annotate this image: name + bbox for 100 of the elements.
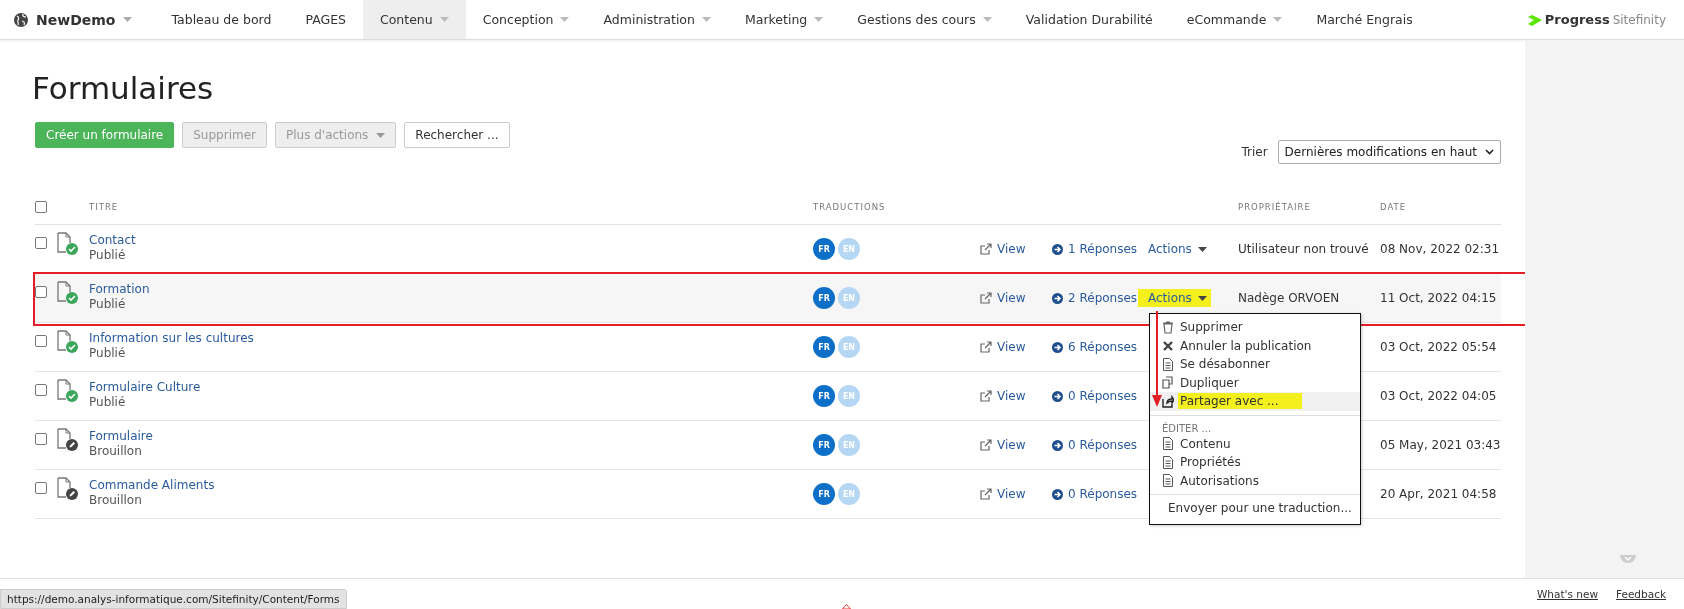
trash-icon	[1162, 320, 1174, 334]
form-status-icon	[57, 379, 78, 402]
form-status-icon	[57, 281, 78, 304]
document-icon	[1162, 357, 1174, 371]
form-status: Publié	[89, 248, 127, 263]
menu-item[interactable]: Autorisations	[1150, 471, 1360, 490]
language-badge[interactable]: FR	[813, 287, 835, 309]
view-link[interactable]: View	[980, 340, 1052, 354]
row-checkbox[interactable]	[35, 384, 47, 396]
logo-icon	[1527, 12, 1542, 27]
language-badge[interactable]: FR	[813, 483, 835, 505]
responses-link[interactable]: 6 Réponses	[1052, 340, 1148, 354]
form-title-link[interactable]: Information sur les cultures	[89, 331, 813, 346]
table-cell-text: Utilisateur non trouvé	[1238, 242, 1370, 256]
menu-item[interactable]: Dupliquer	[1150, 373, 1360, 392]
external-link-icon	[980, 243, 992, 255]
nav-tab[interactable]: Gestions des cours	[840, 0, 1009, 39]
language-badge[interactable]: FR	[813, 238, 835, 260]
menu-item[interactable]: Contenu	[1150, 434, 1360, 453]
row-checkbox[interactable]	[35, 433, 47, 445]
view-link[interactable]: View	[980, 438, 1052, 452]
arrow-circle-icon	[1052, 439, 1063, 451]
form-title-link[interactable]: Contact	[89, 233, 813, 248]
footer-link[interactable]: Feedback	[1616, 588, 1666, 600]
status-url: https://demo.analys-informatique.com/Sitefinity/Content/Forms	[0, 589, 347, 609]
menu-section-header: ÉDITER ...	[1161, 421, 1213, 435]
arrow-circle-icon	[1052, 243, 1063, 255]
form-status-icon	[57, 428, 78, 451]
actions-dropdown[interactable]: Actions	[1138, 289, 1211, 307]
sort-dropdown[interactable]: Dernières modifications en haut	[1277, 140, 1501, 164]
caret-icon	[1197, 246, 1207, 252]
cross-icon	[1162, 339, 1174, 353]
form-status: Brouillon	[89, 444, 143, 459]
nav-tab[interactable]: PAGES	[288, 0, 363, 39]
arrow-circle-icon	[1052, 341, 1063, 353]
caret-icon	[123, 17, 133, 22]
external-link-icon	[980, 292, 992, 304]
menu-item[interactable]: Partager avec ...	[1150, 392, 1360, 411]
toolbar-button[interactable]: Rechercher ...	[404, 122, 510, 148]
responses-link[interactable]: 0 Réponses	[1052, 487, 1148, 501]
footer-link[interactable]: What's new	[1537, 588, 1598, 600]
column-header: PROPRIÉTAIRE	[1238, 202, 1312, 212]
form-status-icon	[57, 477, 78, 500]
form-status-icon	[57, 232, 78, 255]
warning-icon	[842, 604, 851, 609]
nav-tab[interactable]: Marché Engrais	[1299, 0, 1430, 39]
table-cell: 05 May, 2021 03:43	[1380, 438, 1501, 452]
menu-item[interactable]: Se désabonner	[1150, 355, 1360, 374]
language-badge[interactable]: FR	[813, 385, 835, 407]
arrow-circle-icon	[1052, 390, 1063, 402]
brand-product: Sitefinity	[1612, 12, 1666, 27]
external-link-icon	[980, 341, 992, 353]
view-link[interactable]: View	[980, 487, 1052, 501]
site-menu[interactable]: NewDemo	[36, 11, 133, 28]
page-title: Formulaires	[32, 70, 215, 106]
form-status: Publié	[89, 297, 127, 312]
select-all-checkbox[interactable]	[35, 201, 47, 213]
external-link-icon	[980, 390, 992, 402]
responses-link[interactable]: 0 Réponses	[1052, 389, 1148, 403]
document-icon	[1162, 455, 1174, 469]
view-link[interactable]: View	[980, 389, 1052, 403]
external-link-icon	[980, 439, 992, 451]
table-cell-text: 03 Oct, 2022 05:54	[1380, 340, 1498, 354]
caret-icon	[1197, 295, 1207, 301]
form-status-icon	[57, 330, 78, 353]
menu-item[interactable]: Supprimer	[1150, 318, 1360, 337]
nav-tab[interactable]: Tableau de bord	[154, 0, 289, 39]
view-link[interactable]: View	[980, 291, 1052, 305]
nav-tab[interactable]: eCommande	[1169, 0, 1300, 39]
table-cell-text: 20 Apr, 2021 04:58	[1380, 487, 1498, 501]
menu-item[interactable]: Propriétés	[1150, 453, 1360, 472]
row-checkbox[interactable]	[35, 335, 47, 347]
row-checkbox[interactable]	[35, 237, 47, 249]
form-status: Brouillon	[89, 493, 143, 508]
nav-tab[interactable]: Administration	[586, 0, 728, 39]
language-badge[interactable]: FR	[813, 434, 835, 456]
table-cell-text: 11 Oct, 2022 04:15	[1380, 291, 1498, 305]
row-checkbox[interactable]	[35, 482, 47, 494]
responses-link[interactable]: 0 Réponses	[1052, 438, 1148, 452]
form-title-link[interactable]: Commande Aliments	[89, 478, 813, 493]
table-cell-text: 03 Oct, 2022 04:05	[1380, 389, 1498, 403]
menu-item[interactable]: Annuler la publication	[1150, 336, 1360, 355]
view-link[interactable]: View	[980, 242, 1052, 256]
language-badge[interactable]: FR	[813, 336, 835, 358]
arrow-circle-icon	[1052, 488, 1063, 500]
row-checkbox[interactable]	[35, 286, 47, 298]
nav-tab[interactable]: Conception	[465, 0, 587, 39]
globe-icon	[14, 12, 28, 27]
nav-tab[interactable]: Marketing	[727, 0, 841, 39]
form-title-link[interactable]: Formulaire	[89, 429, 813, 444]
nav-tab[interactable]: Validation Durabilité	[1008, 0, 1170, 39]
nav-tab[interactable]: Contenu	[363, 0, 466, 39]
table-cell: 08 Nov, 2022 02:31	[1380, 242, 1501, 256]
form-status: Publié	[89, 395, 127, 410]
sort-label: Trier	[1241, 145, 1268, 159]
form-title-link[interactable]: Formation	[89, 282, 813, 297]
menu-item[interactable]: Envoyer pour une traduction...	[1150, 499, 1360, 518]
column-header: DATE	[1380, 202, 1408, 212]
column-header: TRADUCTIONS	[813, 202, 887, 212]
form-title-link[interactable]: Formulaire Culture	[89, 380, 813, 395]
